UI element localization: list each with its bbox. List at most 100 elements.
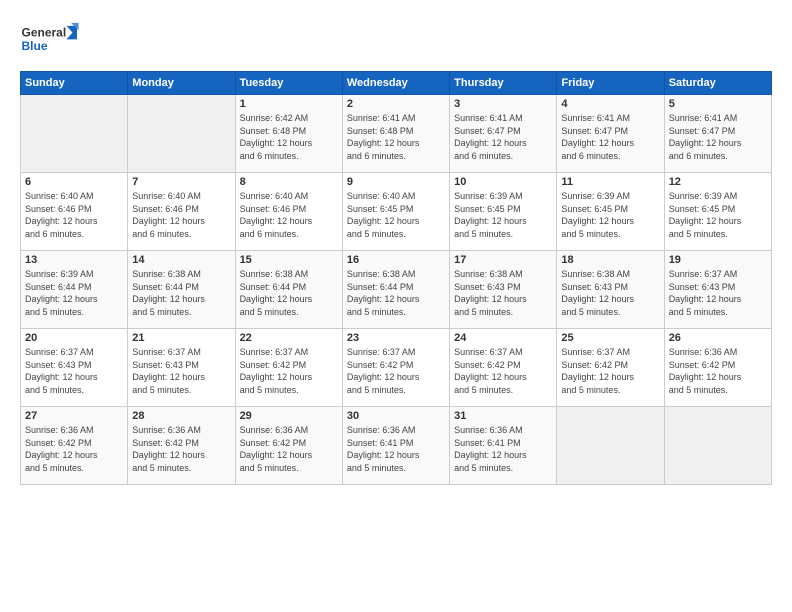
day-number: 20 xyxy=(25,332,123,344)
day-number: 17 xyxy=(454,254,552,266)
day-number: 6 xyxy=(25,176,123,188)
calendar-day-cell: 25 Sunrise: 6:37 AM Sunset: 6:42 PM Dayli… xyxy=(557,329,664,407)
day-number: 19 xyxy=(669,254,767,266)
day-info: Sunrise: 6:38 AM Sunset: 6:44 PM Dayligh… xyxy=(240,268,338,318)
day-info: Sunrise: 6:36 AM Sunset: 6:42 PM Dayligh… xyxy=(240,424,338,474)
calendar-day-cell xyxy=(664,407,771,485)
calendar-day-cell: 4Sunrise: 6:41 AM Sunset: 6:47 PM Daylig… xyxy=(557,95,664,173)
day-info: Sunrise: 6:39 AM Sunset: 6:45 PM Dayligh… xyxy=(454,190,552,240)
day-info: Sunrise: 6:39 AM Sunset: 6:45 PM Dayligh… xyxy=(561,190,659,240)
calendar-day-cell: 9 Sunrise: 6:40 AM Sunset: 6:45 PM Daylig… xyxy=(342,173,449,251)
calendar-day-cell: 1Sunrise: 6:42 AM Sunset: 6:48 PM Daylig… xyxy=(235,95,342,173)
day-info: Sunrise: 6:40 AM Sunset: 6:46 PM Dayligh… xyxy=(132,190,230,240)
calendar-day-cell: 10 Sunrise: 6:39 AM Sunset: 6:45 PM Dayli… xyxy=(450,173,557,251)
weekday-header: Wednesday xyxy=(342,72,449,95)
calendar-day-cell xyxy=(21,95,128,173)
header: General Blue xyxy=(20,18,772,63)
day-info: Sunrise: 6:36 AM Sunset: 6:42 PM Dayligh… xyxy=(132,424,230,474)
day-number: 3 xyxy=(454,98,552,110)
day-info: Sunrise: 6:38 AM Sunset: 6:43 PM Dayligh… xyxy=(454,268,552,318)
day-number: 31 xyxy=(454,410,552,422)
calendar-day-cell: 2Sunrise: 6:41 AM Sunset: 6:48 PM Daylig… xyxy=(342,95,449,173)
day-number: 14 xyxy=(132,254,230,266)
calendar-day-cell: 7 Sunrise: 6:40 AM Sunset: 6:46 PM Daylig… xyxy=(128,173,235,251)
weekday-header: Saturday xyxy=(664,72,771,95)
day-number: 25 xyxy=(561,332,659,344)
calendar-day-cell: 31 Sunrise: 6:36 AM Sunset: 6:41 PM Dayli… xyxy=(450,407,557,485)
day-number: 16 xyxy=(347,254,445,266)
calendar-day-cell: 26 Sunrise: 6:36 AM Sunset: 6:42 PM Dayli… xyxy=(664,329,771,407)
calendar-day-cell: 20 Sunrise: 6:37 AM Sunset: 6:43 PM Dayli… xyxy=(21,329,128,407)
day-number: 12 xyxy=(669,176,767,188)
day-number: 28 xyxy=(132,410,230,422)
calendar-week-row: 27 Sunrise: 6:36 AM Sunset: 6:42 PM Dayli… xyxy=(21,407,772,485)
svg-text:General: General xyxy=(22,25,67,39)
calendar-day-cell xyxy=(128,95,235,173)
calendar: SundayMondayTuesdayWednesdayThursdayFrid… xyxy=(20,71,772,485)
calendar-week-row: 20 Sunrise: 6:37 AM Sunset: 6:43 PM Dayli… xyxy=(21,329,772,407)
calendar-day-cell: 21Sunrise: 6:37 AM Sunset: 6:43 PM Dayli… xyxy=(128,329,235,407)
day-number: 30 xyxy=(347,410,445,422)
logo-svg: General Blue xyxy=(20,18,80,63)
day-info: Sunrise: 6:37 AM Sunset: 6:42 PM Dayligh… xyxy=(454,346,552,396)
day-number: 22 xyxy=(240,332,338,344)
day-info: Sunrise: 6:40 AM Sunset: 6:46 PM Dayligh… xyxy=(25,190,123,240)
day-info: Sunrise: 6:38 AM Sunset: 6:43 PM Dayligh… xyxy=(561,268,659,318)
day-number: 10 xyxy=(454,176,552,188)
calendar-header-row: SundayMondayTuesdayWednesdayThursdayFrid… xyxy=(21,72,772,95)
calendar-day-cell: 18 Sunrise: 6:38 AM Sunset: 6:43 PM Dayli… xyxy=(557,251,664,329)
day-number: 23 xyxy=(347,332,445,344)
calendar-week-row: 13 Sunrise: 6:39 AM Sunset: 6:44 PM Dayli… xyxy=(21,251,772,329)
day-info: Sunrise: 6:41 AM Sunset: 6:47 PM Dayligh… xyxy=(454,112,552,162)
day-info: Sunrise: 6:36 AM Sunset: 6:41 PM Dayligh… xyxy=(454,424,552,474)
logo: General Blue xyxy=(20,18,80,63)
calendar-day-cell: 29Sunrise: 6:36 AM Sunset: 6:42 PM Dayli… xyxy=(235,407,342,485)
day-info: Sunrise: 6:37 AM Sunset: 6:43 PM Dayligh… xyxy=(25,346,123,396)
svg-text:Blue: Blue xyxy=(22,39,48,53)
day-number: 24 xyxy=(454,332,552,344)
calendar-day-cell: 14 Sunrise: 6:38 AM Sunset: 6:44 PM Dayli… xyxy=(128,251,235,329)
calendar-day-cell: 3 Sunrise: 6:41 AM Sunset: 6:47 PM Daylig… xyxy=(450,95,557,173)
day-number: 5 xyxy=(669,98,767,110)
calendar-day-cell: 13 Sunrise: 6:39 AM Sunset: 6:44 PM Dayli… xyxy=(21,251,128,329)
day-number: 27 xyxy=(25,410,123,422)
day-info: Sunrise: 6:36 AM Sunset: 6:41 PM Dayligh… xyxy=(347,424,445,474)
day-info: Sunrise: 6:38 AM Sunset: 6:44 PM Dayligh… xyxy=(132,268,230,318)
calendar-day-cell: 16 Sunrise: 6:38 AM Sunset: 6:44 PM Dayli… xyxy=(342,251,449,329)
calendar-day-cell: 23 Sunrise: 6:37 AM Sunset: 6:42 PM Dayli… xyxy=(342,329,449,407)
day-info: Sunrise: 6:40 AM Sunset: 6:45 PM Dayligh… xyxy=(347,190,445,240)
day-number: 13 xyxy=(25,254,123,266)
day-info: Sunrise: 6:41 AM Sunset: 6:48 PM Dayligh… xyxy=(347,112,445,162)
day-info: Sunrise: 6:37 AM Sunset: 6:42 PM Dayligh… xyxy=(561,346,659,396)
day-info: Sunrise: 6:39 AM Sunset: 6:45 PM Dayligh… xyxy=(669,190,767,240)
calendar-day-cell: 24 Sunrise: 6:37 AM Sunset: 6:42 PM Dayli… xyxy=(450,329,557,407)
day-info: Sunrise: 6:39 AM Sunset: 6:44 PM Dayligh… xyxy=(25,268,123,318)
day-number: 9 xyxy=(347,176,445,188)
calendar-day-cell: 22 Sunrise: 6:37 AM Sunset: 6:42 PM Dayli… xyxy=(235,329,342,407)
day-number: 1 xyxy=(240,98,338,110)
day-info: Sunrise: 6:36 AM Sunset: 6:42 PM Dayligh… xyxy=(669,346,767,396)
day-number: 7 xyxy=(132,176,230,188)
calendar-day-cell: 12 Sunrise: 6:39 AM Sunset: 6:45 PM Dayli… xyxy=(664,173,771,251)
calendar-day-cell: 15Sunrise: 6:38 AM Sunset: 6:44 PM Dayli… xyxy=(235,251,342,329)
calendar-day-cell: 17 Sunrise: 6:38 AM Sunset: 6:43 PM Dayli… xyxy=(450,251,557,329)
calendar-day-cell: 30 Sunrise: 6:36 AM Sunset: 6:41 PM Dayli… xyxy=(342,407,449,485)
day-info: Sunrise: 6:37 AM Sunset: 6:42 PM Dayligh… xyxy=(240,346,338,396)
day-number: 21 xyxy=(132,332,230,344)
weekday-header: Tuesday xyxy=(235,72,342,95)
calendar-day-cell: 8 Sunrise: 6:40 AM Sunset: 6:46 PM Daylig… xyxy=(235,173,342,251)
calendar-day-cell: 28 Sunrise: 6:36 AM Sunset: 6:42 PM Dayli… xyxy=(128,407,235,485)
page: General Blue SundayMondayTuesdayWednesda… xyxy=(0,0,792,612)
calendar-day-cell: 19Sunrise: 6:37 AM Sunset: 6:43 PM Dayli… xyxy=(664,251,771,329)
day-number: 4 xyxy=(561,98,659,110)
day-info: Sunrise: 6:40 AM Sunset: 6:46 PM Dayligh… xyxy=(240,190,338,240)
day-number: 18 xyxy=(561,254,659,266)
day-number: 26 xyxy=(669,332,767,344)
day-number: 11 xyxy=(561,176,659,188)
day-number: 8 xyxy=(240,176,338,188)
calendar-day-cell xyxy=(557,407,664,485)
weekday-header: Thursday xyxy=(450,72,557,95)
calendar-day-cell: 6 Sunrise: 6:40 AM Sunset: 6:46 PM Daylig… xyxy=(21,173,128,251)
day-info: Sunrise: 6:37 AM Sunset: 6:42 PM Dayligh… xyxy=(347,346,445,396)
day-info: Sunrise: 6:38 AM Sunset: 6:44 PM Dayligh… xyxy=(347,268,445,318)
